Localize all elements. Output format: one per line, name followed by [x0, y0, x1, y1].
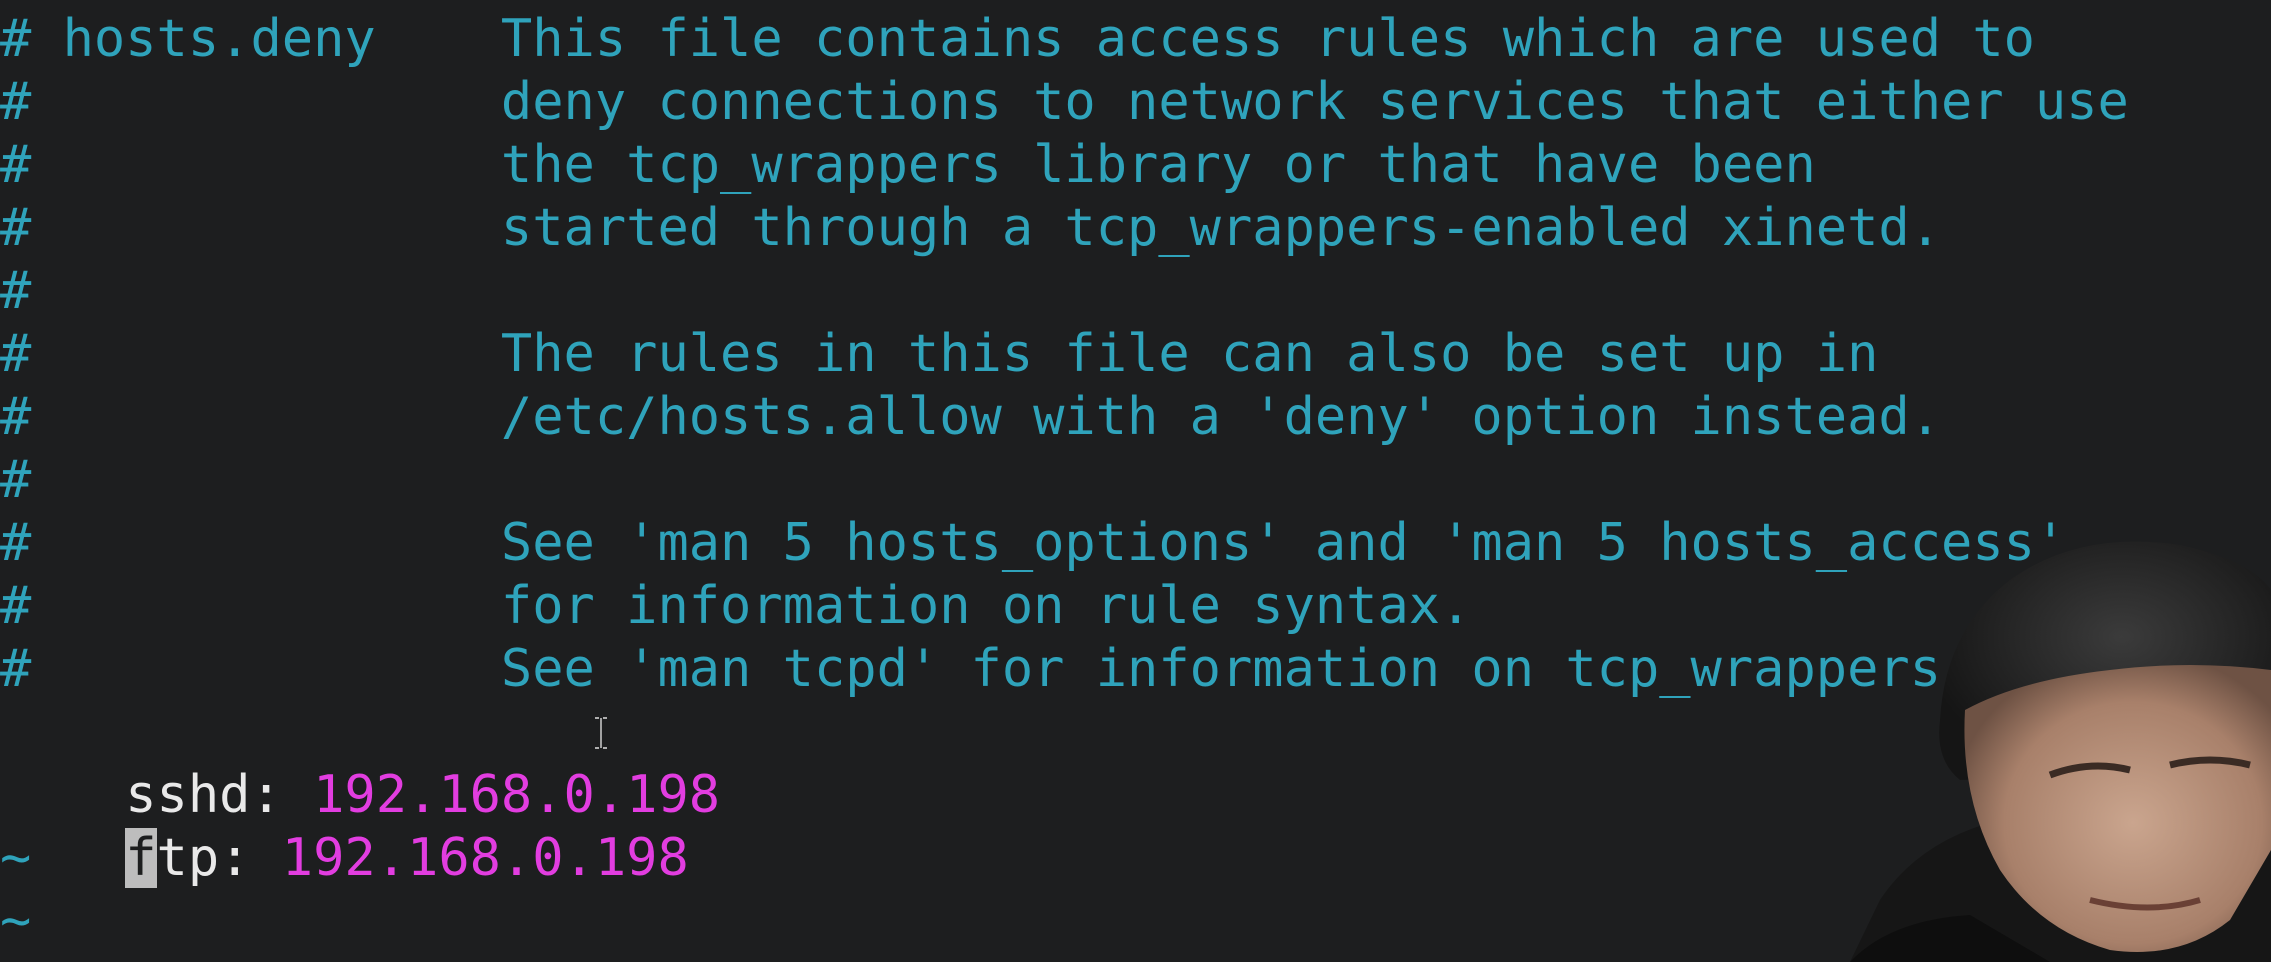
comment-line: # /etc/hosts.allow with a 'deny' option …	[0, 387, 1942, 447]
empty-line-marker: ~	[0, 828, 32, 888]
rule-service: tp:	[156, 828, 251, 888]
comment-line: # started through a tcp_wrappers-enabled…	[0, 198, 1942, 258]
empty-line-marker: ~	[0, 891, 32, 951]
comment-line: # See 'man 5 hosts_options' and 'man 5 h…	[0, 513, 2067, 573]
comment-line: # See 'man tcpd' for information on tcp_…	[0, 639, 1942, 699]
mouse-ibeam-icon	[595, 717, 607, 749]
rule-line-ftp[interactable]: ftp: 192.168.0.198	[0, 764, 689, 888]
comment-line: # hosts.deny This file contains access r…	[0, 9, 2035, 69]
comment-line: # The rules in this file can also be set…	[0, 324, 1879, 384]
webcam-overlay	[1850, 541, 2271, 962]
comment-line: #	[0, 261, 32, 321]
terminal-window[interactable]: # hosts.deny This file contains access r…	[0, 0, 2271, 962]
rule-ip-address: 192.168.0.198	[281, 828, 689, 888]
rule-line-sshd[interactable]: sshd: 192.168.0.198	[0, 701, 720, 825]
text-cursor: f	[125, 828, 157, 888]
comment-line: # for information on rule syntax.	[0, 576, 1472, 636]
comment-line: # deny connections to network services t…	[0, 72, 2129, 132]
comment-line: #	[0, 450, 32, 510]
comment-line: # the tcp_wrappers library or that have …	[0, 135, 1816, 195]
